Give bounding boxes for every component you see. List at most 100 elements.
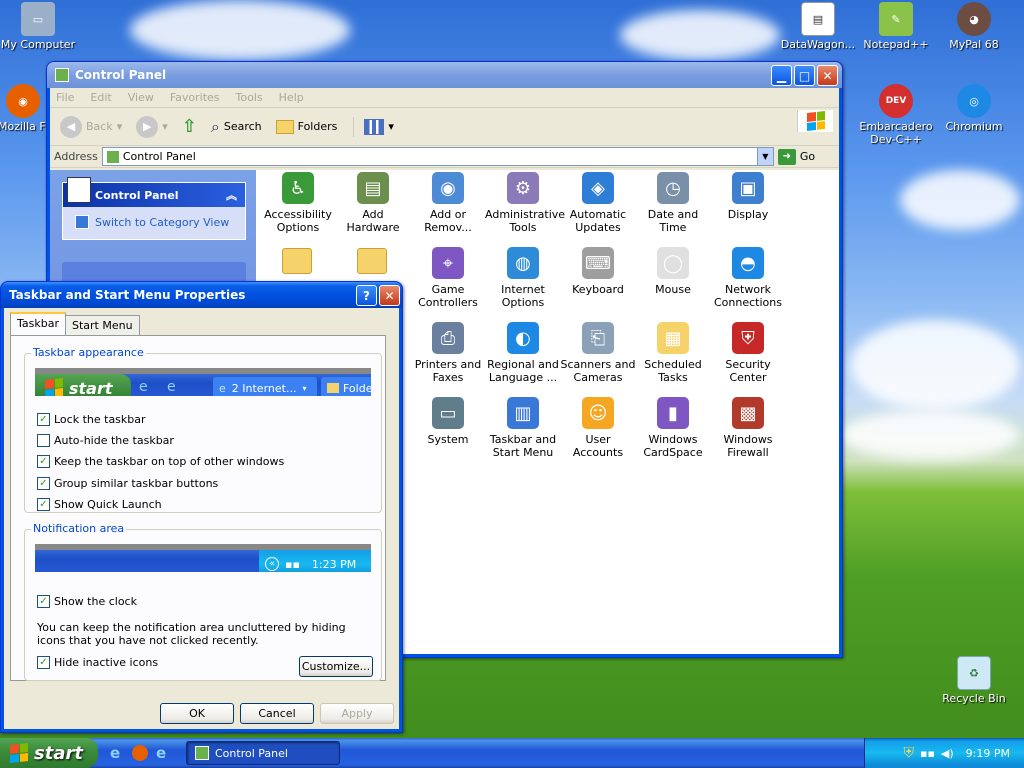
cp-item-display[interactable]: ▣ Display	[710, 172, 786, 221]
switch-category-link[interactable]: Switch to Category View	[63, 207, 245, 239]
security-center-icon: ⛨	[732, 322, 764, 354]
address-dropdown-icon[interactable]: ▼	[756, 148, 773, 165]
desktop-icon-datawagon[interactable]: ▤ DataWagon...	[778, 2, 858, 51]
taskbox-header[interactable]: Control Panel ︽	[63, 177, 245, 207]
desktop-icon-devcpp[interactable]: DEV Embarcadero Dev-C++	[856, 84, 936, 146]
go-button[interactable]: ➜ Go	[777, 148, 815, 165]
cp-item-network-connections[interactable]: ◓ Network Connections	[710, 247, 786, 309]
checkbox-icon: ✓	[37, 455, 50, 468]
desktop-icon-chromium[interactable]: ◎ Chromium	[934, 84, 1014, 133]
window-title: Control Panel	[75, 68, 167, 82]
cp-item-printers[interactable]: ⎙ Printers and Faxes	[410, 322, 486, 384]
cp-item-admin-tools[interactable]: ⚙ Administrative Tools	[485, 172, 565, 234]
menu-help[interactable]: Help	[279, 91, 304, 104]
start-button[interactable]: start	[0, 738, 98, 768]
dialog-title: Taskbar and Start Menu Properties	[9, 288, 246, 302]
search-button[interactable]: ⌕ Search	[207, 115, 266, 139]
cp-item-automatic-updates[interactable]: ◈ Automatic Updates	[560, 172, 636, 234]
preview-start-label: start	[69, 378, 113, 397]
cp-item-keyboard[interactable]: ⌨ Keyboard	[560, 247, 636, 296]
notification-area-label: Notification area	[31, 522, 127, 535]
cp-item-firewall[interactable]: ▩ Windows Firewall	[710, 397, 786, 459]
cp-item-internet-options[interactable]: ◍ Internet Options	[485, 247, 561, 309]
desktop-icon-mypal[interactable]: ◕ MyPal 68	[934, 2, 1014, 51]
game-controllers-icon: ⌖	[432, 247, 464, 279]
security-shield-icon[interactable]: ⛨	[903, 745, 914, 761]
control-panel-titlebar[interactable]: Control Panel ▁ □ ✕	[47, 62, 842, 88]
cp-item-scanners[interactable]: ⎗ Scanners and Cameras	[560, 322, 636, 384]
cp-item-user-accounts[interactable]: ☺ User Accounts	[560, 397, 636, 459]
views-button[interactable]: ▾	[353, 116, 398, 137]
help-button[interactable]: ?	[356, 285, 377, 306]
tab-panel: Taskbar appearance start e e e2 Internet…	[10, 335, 386, 681]
address-bar: Address Control Panel ▼ ➜ Go	[50, 146, 839, 168]
cp-item-label: Taskbar and Start Menu	[489, 433, 557, 459]
system-icon: ▭	[432, 397, 464, 429]
preview-tray: « ▪▪ 1:23 PM	[259, 550, 371, 572]
cp-item-cardspace[interactable]: ▮ Windows CardSpace	[635, 397, 711, 459]
notepadpp-icon: ✎	[879, 2, 913, 36]
back-button[interactable]: ◀ Back ▾	[56, 114, 126, 140]
address-field[interactable]: Control Panel ▼	[101, 147, 774, 166]
network-tray-icon: ▪▪	[285, 557, 300, 571]
menu-edit[interactable]: Edit	[90, 91, 111, 104]
option-checkbox-0[interactable]: ✓ Lock the taskbar	[37, 413, 146, 426]
show-clock-checkbox[interactable]: ✓ Show the clock	[37, 595, 137, 608]
desktop-icon-label: Recycle Bin	[942, 692, 1006, 705]
menu-tools[interactable]: Tools	[236, 91, 263, 104]
windows-flag-icon	[45, 378, 63, 396]
up-folder-button[interactable]: ⇧	[178, 114, 201, 139]
option-checkbox-1[interactable]: Auto-hide the taskbar	[37, 434, 174, 447]
cp-item-game-controllers[interactable]: ⌖ Game Controllers	[410, 247, 486, 309]
desktop-icon-label: Notepad++	[863, 38, 929, 51]
cancel-button[interactable]: Cancel	[240, 703, 314, 724]
cp-item-label: Printers and Faxes	[414, 358, 482, 384]
cp-item-regional[interactable]: ◐ Regional and Language ...	[485, 322, 561, 384]
menu-file[interactable]: File	[56, 91, 74, 104]
collapse-chevron-icon[interactable]: ︽	[226, 187, 237, 203]
search-label: Search	[223, 120, 262, 133]
tab-taskbar[interactable]: Taskbar	[10, 312, 66, 335]
maximize-button[interactable]: □	[794, 65, 815, 86]
menu-favorites[interactable]: Favorites	[170, 91, 220, 104]
apply-button[interactable]: Apply	[320, 703, 394, 724]
option-label: Show Quick Launch	[54, 498, 162, 511]
cp-item-scheduled-tasks[interactable]: ▦ Scheduled Tasks	[635, 322, 711, 384]
option-checkbox-4[interactable]: ✓ Show Quick Launch	[37, 498, 162, 511]
ie-quicklaunch-icon[interactable]: e	[110, 744, 120, 762]
forward-button[interactable]: ▶ ▾	[132, 114, 172, 140]
cp-item-label: Mouse	[655, 283, 691, 296]
volume-icon[interactable]: ◀)	[941, 747, 954, 760]
cp-item-add-remove-programs[interactable]: ◉ Add or Remov...	[410, 172, 486, 234]
minimize-button[interactable]: ▁	[771, 65, 792, 86]
option-label: Auto-hide the taskbar	[54, 434, 174, 447]
cp-item-mouse[interactable]: ◯ Mouse	[635, 247, 711, 296]
cp-item-security-center[interactable]: ⛨ Security Center	[710, 322, 786, 384]
cp-item-date-time[interactable]: ◷ Date and Time	[635, 172, 711, 234]
desktop-icon-my-computer[interactable]: ▭ My Computer	[0, 2, 78, 51]
dialog-titlebar[interactable]: Taskbar and Start Menu Properties ? ✕	[1, 282, 402, 308]
customize-button[interactable]: Customize...	[299, 656, 373, 677]
cardspace-icon: ▮	[657, 397, 689, 429]
cp-item-system[interactable]: ▭ System	[410, 397, 486, 446]
option-checkbox-3[interactable]: ✓ Group similar taskbar buttons	[37, 477, 218, 490]
folders-button[interactable]: Folders	[272, 118, 342, 136]
cp-item-taskbar-start-menu[interactable]: ▥ Taskbar and Start Menu	[485, 397, 561, 459]
ok-button[interactable]: OK	[160, 703, 234, 724]
desktop-icon-recycle-bin[interactable]: ♻ Recycle Bin	[934, 656, 1014, 705]
option-checkbox-2[interactable]: ✓ Keep the taskbar on top of other window…	[37, 455, 284, 468]
cp-item-accessibility[interactable]: ♿ Accessibility Options	[260, 172, 336, 234]
devcpp-icon: DEV	[879, 84, 913, 118]
hide-inactive-checkbox[interactable]: ✓ Hide inactive icons	[37, 656, 158, 669]
cp-item-add-hardware[interactable]: ▤ Add Hardware	[335, 172, 411, 234]
network-tray-icon[interactable]: ▪▪	[920, 747, 935, 760]
ie-quicklaunch-icon-2[interactable]: e	[156, 744, 166, 762]
close-button[interactable]: ✕	[817, 65, 838, 86]
dialog-close-button[interactable]: ✕	[379, 285, 400, 306]
desktop-icon-notepadpp[interactable]: ✎ Notepad++	[856, 2, 936, 51]
dialog-tabs: Taskbar Start Menu	[10, 312, 140, 338]
clock[interactable]: 9:19 PM	[966, 747, 1010, 760]
taskbar-item-control-panel[interactable]: Control Panel	[186, 741, 340, 765]
menu-view[interactable]: View	[128, 91, 154, 104]
firefox-quicklaunch-icon[interactable]	[132, 745, 148, 761]
